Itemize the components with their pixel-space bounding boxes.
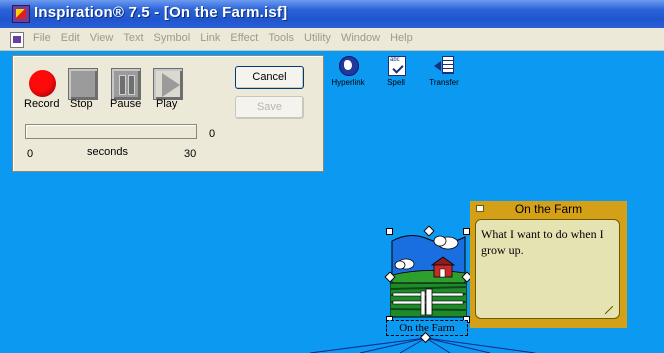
menu-tools[interactable]: Tools (263, 32, 299, 44)
menu-file[interactable]: File (28, 32, 56, 44)
hyperlink-label: Hyperlink (331, 78, 365, 87)
document-icon[interactable] (10, 32, 24, 48)
link-lines (309, 331, 536, 353)
spell-label: Spell (387, 78, 405, 87)
scale-end: 30 (184, 148, 197, 160)
elapsed-seconds: 0 (209, 128, 216, 140)
play-icon (153, 68, 183, 100)
menu-symbol[interactable]: Symbol (149, 32, 196, 44)
pause-label: Pause (110, 98, 142, 110)
spell-button[interactable]: Spell (374, 54, 418, 90)
note-title: On the Farm (470, 201, 627, 218)
menu-bar: File Edit View Text Symbol Link Effect T… (0, 28, 664, 51)
selection-handle[interactable] (386, 228, 393, 235)
resize-grip-icon[interactable] (605, 306, 613, 314)
note-body[interactable]: What I want to do when I grow up. (475, 219, 620, 319)
play-label: Play (156, 98, 178, 110)
farm-symbol-image[interactable] (390, 231, 467, 319)
scale-unit: seconds (87, 146, 128, 158)
sound-recorder-panel: Record Stop Pause Play Cancel Save 0 0 s… (12, 55, 324, 172)
transfer-label: Transfer (429, 78, 459, 87)
app-icon[interactable] (12, 5, 30, 23)
menu-effect[interactable]: Effect (225, 32, 263, 44)
menu-view[interactable]: View (85, 32, 119, 44)
spell-icon (388, 56, 406, 76)
menu-window[interactable]: Window (336, 32, 385, 44)
title-bar: Inspiration® 7.5 - [On the Farm.isf] (0, 0, 664, 28)
note-window[interactable]: On the Farm What I want to do when I gro… (470, 201, 627, 328)
hyperlink-icon (339, 56, 359, 76)
hyperlink-button[interactable]: Hyperlink (326, 54, 370, 90)
pause-icon (111, 68, 141, 100)
save-button[interactable]: Save (235, 96, 304, 119)
pause-button[interactable] (109, 68, 143, 101)
stop-icon (68, 68, 98, 100)
transfer-button[interactable]: Transfer (422, 54, 466, 90)
window-title: Inspiration® 7.5 - [On the Farm.isf] (34, 4, 288, 21)
note-text[interactable]: What I want to do when I grow up. (481, 226, 615, 258)
recording-progress-bar (25, 124, 197, 139)
menu-utility[interactable]: Utility (299, 32, 336, 44)
cancel-button[interactable]: Cancel (235, 66, 304, 89)
selection-handle[interactable] (463, 228, 470, 235)
stop-label: Stop (70, 98, 93, 110)
menu-text[interactable]: Text (118, 32, 148, 44)
menu-help[interactable]: Help (385, 32, 418, 44)
menu-edit[interactable]: Edit (56, 32, 85, 44)
record-button[interactable] (25, 68, 59, 101)
record-icon (29, 70, 56, 97)
transfer-icon (434, 56, 454, 74)
play-button[interactable] (151, 68, 185, 101)
scale-start: 0 (27, 148, 34, 160)
stop-button[interactable] (66, 68, 100, 101)
menu-link[interactable]: Link (195, 32, 225, 44)
record-label: Record (24, 98, 60, 110)
